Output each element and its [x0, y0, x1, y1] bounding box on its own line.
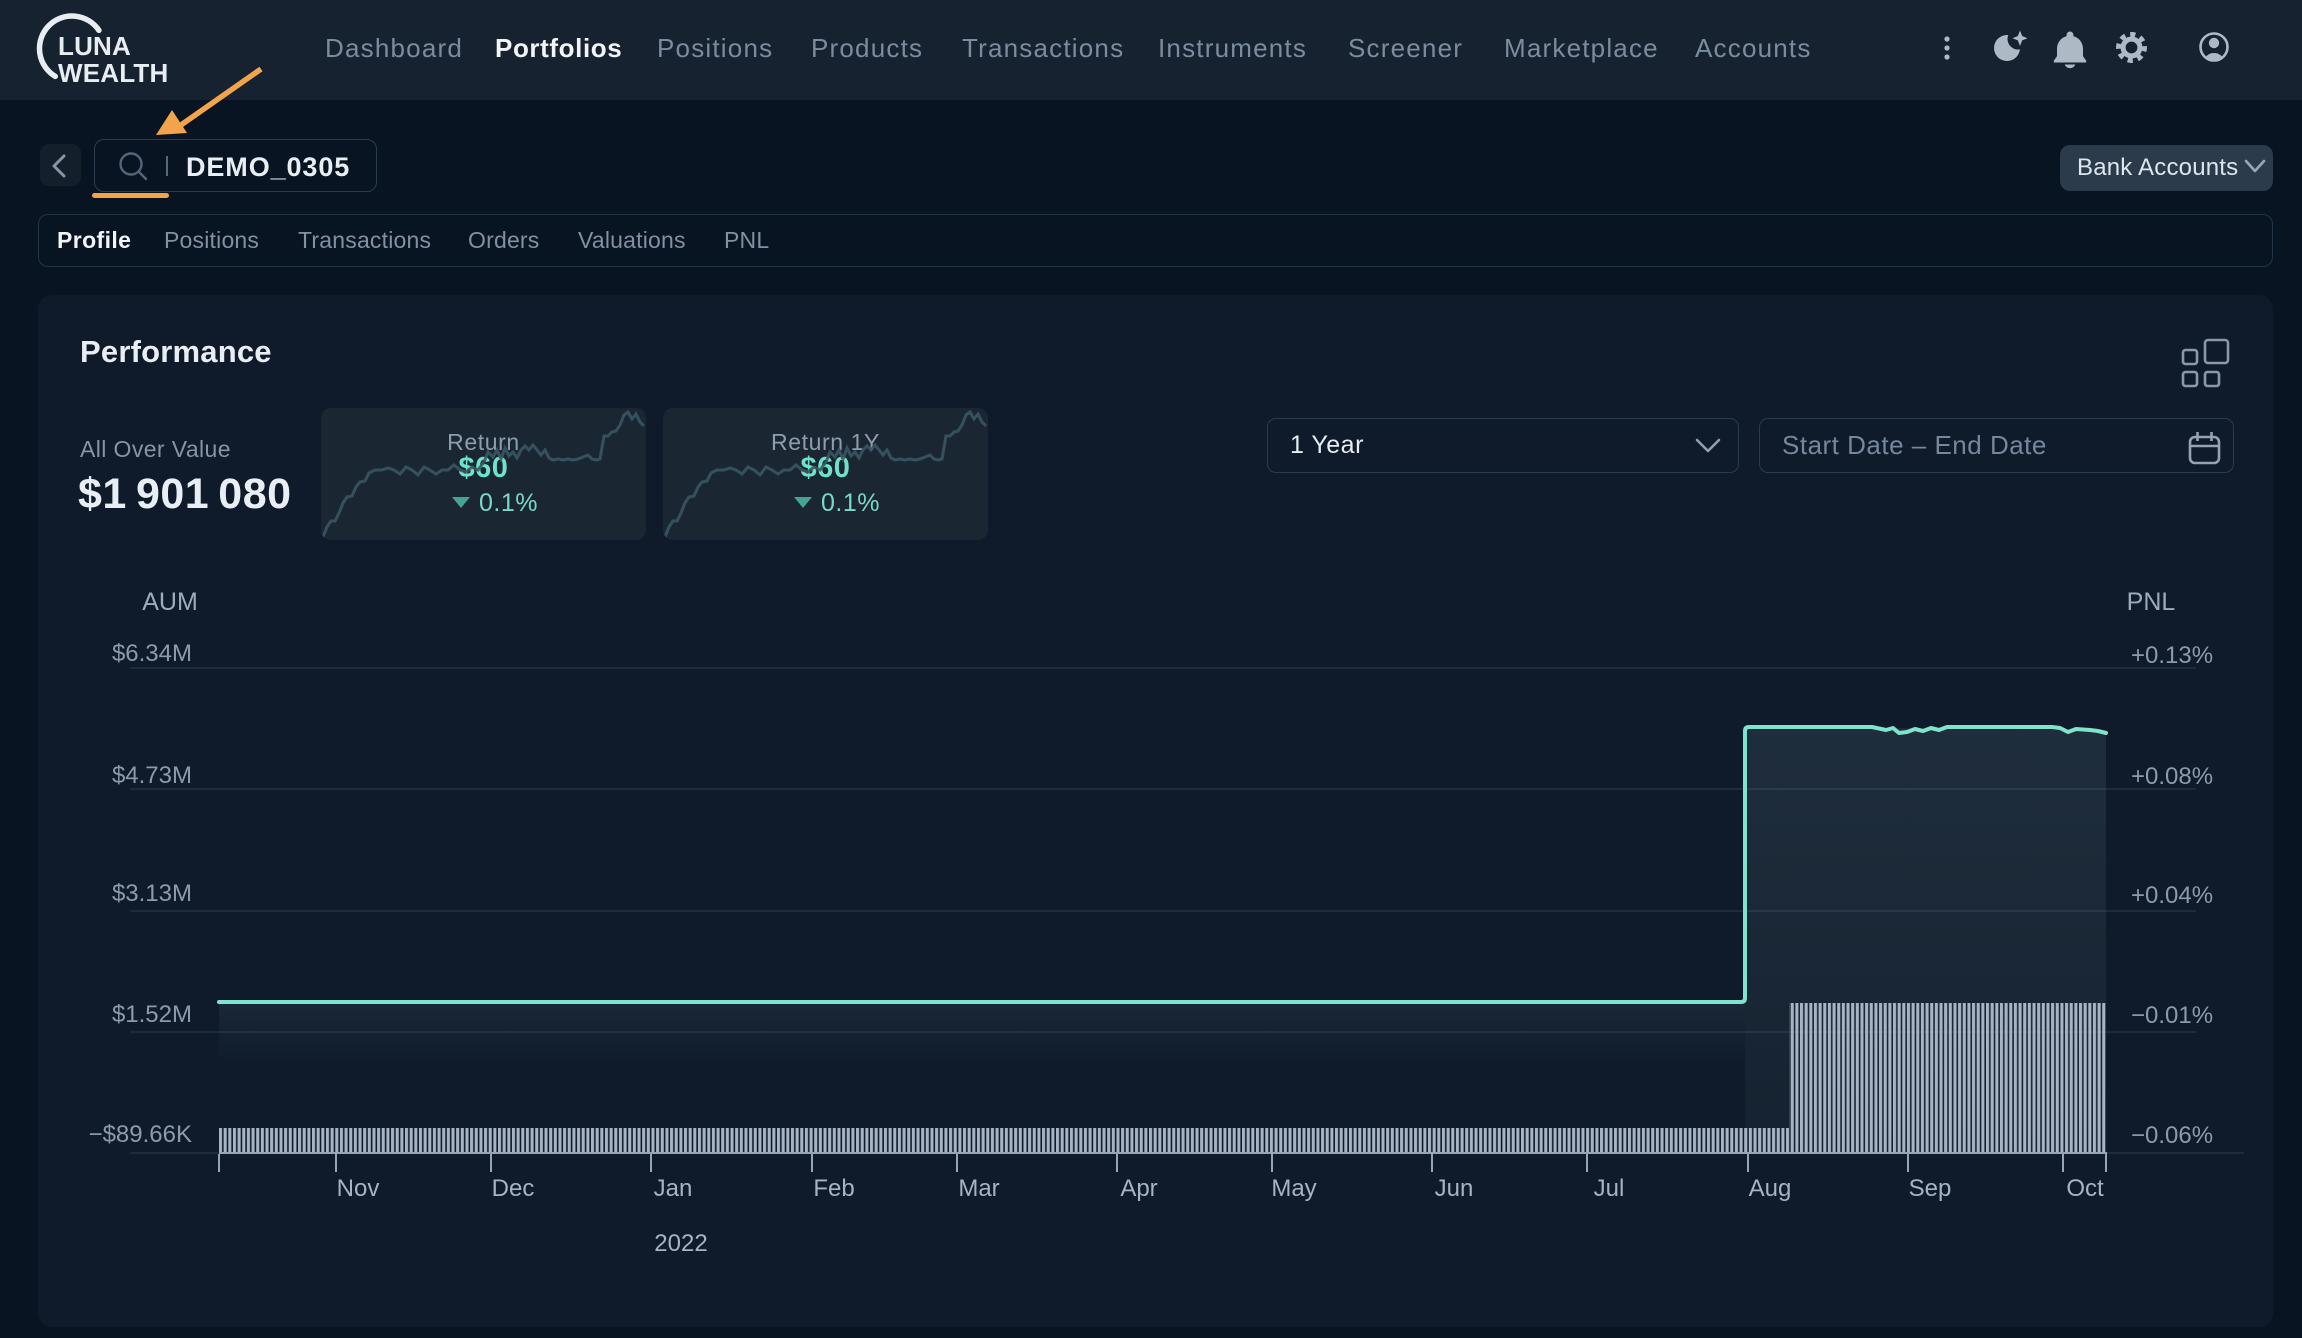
svg-text:+0.13%: +0.13% [2131, 642, 2213, 669]
svg-text:−$89.66K: −$89.66K [89, 1121, 192, 1148]
svg-text:Mar: Mar [958, 1175, 999, 1202]
svg-text:Jun: Jun [1435, 1175, 1474, 1202]
svg-text:LUNA: LUNA [58, 31, 131, 61]
svg-text:−0.01%: −0.01% [2131, 1002, 2213, 1029]
svg-text:AUM: AUM [142, 588, 198, 616]
svg-text:2022: 2022 [654, 1230, 707, 1257]
svg-text:PNL: PNL [2127, 588, 2176, 616]
svg-text:Oct: Oct [2066, 1175, 2104, 1202]
svg-text:Apr: Apr [1120, 1175, 1157, 1202]
svg-text:$1.52M: $1.52M [112, 1001, 192, 1028]
svg-text:+0.08%: +0.08% [2131, 763, 2213, 790]
svg-text:Nov: Nov [337, 1175, 380, 1202]
svg-text:+0.04%: +0.04% [2131, 882, 2213, 909]
svg-text:Feb: Feb [813, 1175, 854, 1202]
svg-text:Aug: Aug [1749, 1175, 1792, 1202]
svg-text:Sep: Sep [1909, 1175, 1952, 1202]
svg-text:$3.13M: $3.13M [112, 880, 192, 907]
svg-text:$4.73M: $4.73M [112, 762, 192, 789]
svg-text:Dec: Dec [492, 1175, 535, 1202]
svg-text:$6.34M: $6.34M [112, 640, 192, 667]
svg-text:May: May [1271, 1175, 1316, 1202]
svg-text:Jul: Jul [1594, 1175, 1625, 1202]
svg-text:WEALTH: WEALTH [58, 58, 168, 88]
svg-text:Jan: Jan [654, 1175, 693, 1202]
svg-text:−0.06%: −0.06% [2131, 1122, 2213, 1149]
